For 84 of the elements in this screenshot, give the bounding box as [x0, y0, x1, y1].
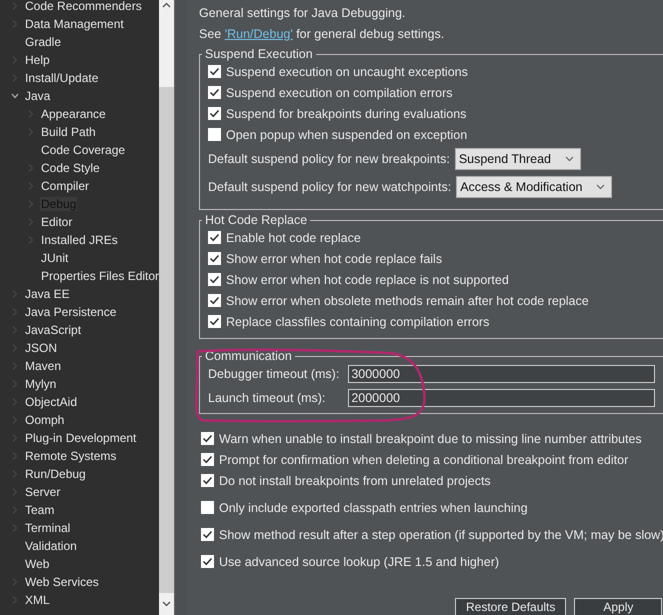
- checkbox[interactable]: [208, 128, 221, 141]
- checkbox-label: Enable hot code replace: [226, 230, 361, 244]
- checkbox[interactable]: [201, 474, 214, 487]
- collapse-icon[interactable]: [10, 91, 20, 101]
- checkbox[interactable]: [208, 231, 221, 244]
- dropdown[interactable]: Access & Modification: [456, 176, 612, 198]
- checkbox[interactable]: [208, 315, 221, 328]
- checkbox-label: Suspend for breakpoints during evaluations: [226, 106, 466, 120]
- tree-item[interactable]: Server: [24, 485, 62, 499]
- checkbox-label: Show error when hot code replace fails: [226, 252, 442, 266]
- checkbox[interactable]: [201, 501, 214, 514]
- tree-item[interactable]: Web: [24, 557, 50, 571]
- scroll-down-icon[interactable]: [162, 601, 171, 607]
- tree-item[interactable]: Editor: [40, 215, 74, 229]
- tree-item[interactable]: Terminal: [24, 521, 72, 535]
- checkbox-label: Prompt for confirmation when deleting a conditional breakpoint from editor: [219, 452, 628, 466]
- tree-item[interactable]: Code Coverage: [40, 143, 126, 157]
- tree-item[interactable]: Java EE: [24, 287, 71, 301]
- run-debug-link[interactable]: 'Run/Debug': [224, 26, 293, 40]
- checkbox[interactable]: [201, 432, 214, 445]
- dialog-button[interactable]: Restore Defaults: [455, 598, 566, 615]
- checkbox-label: Show error when hot code replace is not supported: [226, 272, 509, 286]
- link-sentence: See 'Run/Debug' for general debug settings.: [199, 26, 444, 40]
- checkbox-label: Do not install breakpoints from unrelated projects: [219, 474, 491, 488]
- checkbox-label: Open popup when suspended on exception: [226, 128, 468, 142]
- checkbox[interactable]: [208, 294, 221, 307]
- tree-item[interactable]: XML: [24, 593, 51, 607]
- tree-item[interactable]: Code Style: [40, 161, 101, 175]
- tree-item[interactable]: Oomph: [24, 413, 66, 427]
- checkbox-label: Warn when unable to install breakpoint due to missing line number attributes: [219, 432, 642, 446]
- field-label: Launch timeout (ms):: [208, 390, 326, 407]
- group-title: Communication: [204, 349, 293, 363]
- tree-item[interactable]: Team: [24, 503, 56, 517]
- dropdown[interactable]: Suspend Thread: [454, 148, 582, 170]
- tree-item[interactable]: Data Management: [24, 17, 125, 31]
- field-label: Debugger timeout (ms):: [208, 366, 340, 383]
- tree-item[interactable]: Run/Debug: [24, 467, 87, 481]
- tree-item[interactable]: Java Persistence: [24, 305, 118, 319]
- checkbox[interactable]: [208, 252, 221, 265]
- tree-item[interactable]: Plug-in Development: [24, 431, 138, 445]
- tree-item[interactable]: Appearance: [40, 107, 107, 121]
- checkbox-label: Suspend execution on uncaught exceptions: [226, 64, 468, 78]
- tree-item[interactable]: Code Recommenders: [24, 0, 143, 13]
- checkbox[interactable]: [208, 86, 221, 99]
- checkbox-label: Show error when obsolete methods remain after hot code replace: [226, 294, 589, 308]
- tree-item[interactable]: Java: [24, 89, 52, 103]
- input-field[interactable]: 3000000: [348, 365, 656, 383]
- chevron-down-icon: [565, 156, 574, 162]
- tree-item[interactable]: Compiler: [40, 179, 90, 193]
- checkbox[interactable]: [201, 555, 214, 568]
- group-title: Hot Code Replace: [204, 213, 308, 227]
- checkbox[interactable]: [201, 453, 214, 466]
- tree-item[interactable]: Installed JREs: [40, 233, 119, 247]
- checkbox-label: Replace classfiles containing compilation errors: [226, 314, 490, 328]
- input-field[interactable]: 2000000: [348, 389, 656, 407]
- group-title: Suspend Execution: [204, 47, 314, 61]
- chevron-down-icon: [596, 184, 606, 190]
- combo-label: Default suspend policy for new watchpoints:: [208, 180, 452, 194]
- checkbox-label: Use advanced source lookup (JRE 1.5 and higher): [219, 554, 500, 568]
- combo-label: Default suspend policy for new breakpoints:: [208, 152, 450, 166]
- scrollbar[interactable]: [159, 0, 174, 615]
- tree-item[interactable]: JSON: [24, 341, 58, 355]
- tree-item[interactable]: Web Services: [24, 575, 100, 589]
- description-text: General settings for Java Debugging.: [199, 6, 406, 20]
- tree-item[interactable]: JavaScript: [24, 323, 82, 337]
- checkbox[interactable]: [201, 528, 214, 541]
- checkbox[interactable]: [208, 65, 221, 78]
- tree-item[interactable]: Help: [24, 53, 51, 67]
- checkbox[interactable]: [208, 273, 221, 286]
- tree-item[interactable]: Maven: [24, 359, 62, 373]
- tree-item[interactable]: JUnit: [40, 251, 70, 265]
- scroll-up-icon[interactable]: [162, 2, 171, 8]
- tree-item[interactable]: Install/Update: [24, 71, 100, 85]
- checkbox-label: Only include exported classpath entries when launching: [219, 500, 528, 514]
- checkbox-label: Suspend execution on compilation errors: [226, 86, 453, 100]
- dialog-button[interactable]: Apply: [574, 598, 662, 615]
- tree-item[interactable]: Mylyn: [24, 377, 58, 391]
- tree-item[interactable]: Build Path: [40, 125, 97, 139]
- tree-item[interactable]: Remote Systems: [24, 449, 118, 463]
- tree-item[interactable]: Gradle: [24, 35, 62, 49]
- tree-item[interactable]: Validation: [24, 539, 78, 553]
- tree-item[interactable]: ObjectAid: [24, 395, 78, 409]
- checkbox[interactable]: [208, 107, 221, 120]
- tree-item[interactable]: Properties Files Editor: [40, 269, 159, 283]
